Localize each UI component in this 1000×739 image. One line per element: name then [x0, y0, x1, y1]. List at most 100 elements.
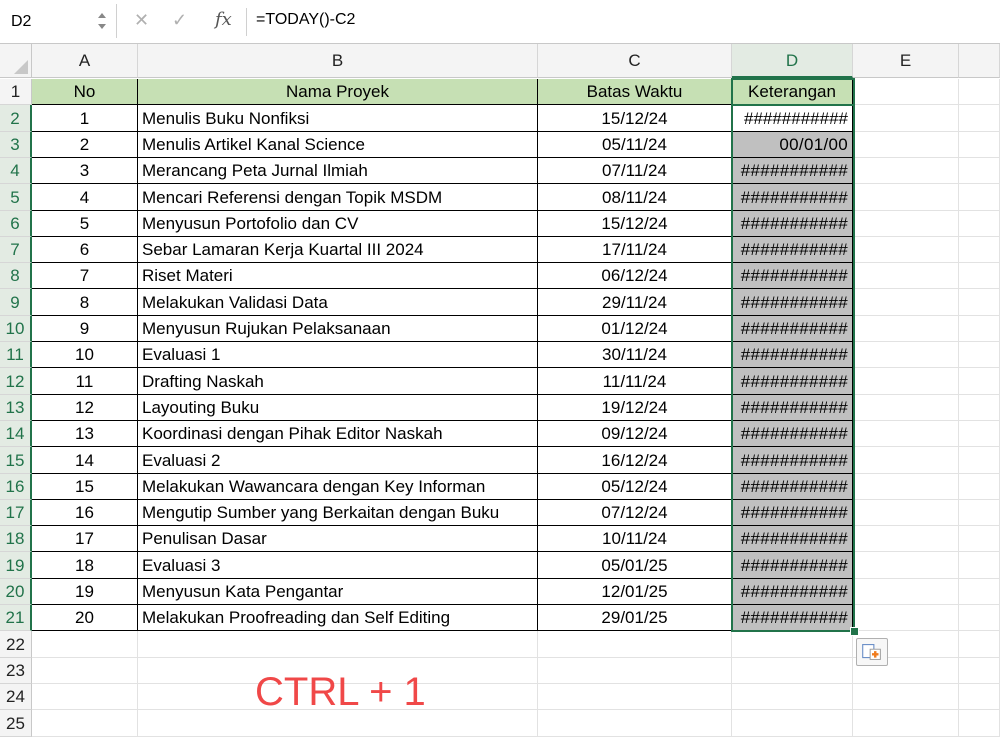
row-header[interactable]: 11 — [0, 342, 32, 368]
table-cell[interactable]: ########### — [732, 316, 853, 342]
column-header-c[interactable]: C — [538, 44, 732, 78]
cell[interactable] — [959, 105, 1000, 132]
row-header[interactable]: 19 — [0, 552, 32, 579]
table-cell[interactable]: ########### — [732, 474, 853, 500]
table-cell[interactable]: Mengutip Sumber yang Berkaitan dengan Bu… — [138, 500, 538, 526]
cell[interactable] — [959, 526, 1000, 552]
cell[interactable] — [538, 658, 732, 684]
table-cell[interactable]: ########### — [732, 500, 853, 526]
table-cell[interactable]: 11 — [32, 368, 138, 395]
paste-options-button[interactable] — [856, 638, 888, 666]
table-cell[interactable]: 01/12/24 — [538, 316, 732, 342]
cell[interactable] — [853, 184, 959, 211]
cell[interactable] — [732, 658, 853, 684]
insert-function-icon[interactable]: fx — [215, 9, 232, 30]
column-header-b[interactable]: B — [138, 44, 538, 78]
row-header[interactable]: 18 — [0, 526, 32, 552]
table-cell[interactable]: Menyusun Kata Pengantar — [138, 579, 538, 605]
table-cell[interactable]: 6 — [32, 237, 138, 263]
table-cell[interactable]: 3 — [32, 158, 138, 184]
row-header[interactable]: 13 — [0, 395, 32, 421]
table-cell[interactable]: 29/01/25 — [538, 605, 732, 631]
table-header-cell[interactable]: Keterangan — [732, 79, 853, 105]
cell[interactable] — [853, 500, 959, 526]
table-cell[interactable]: 07/12/24 — [538, 500, 732, 526]
cell[interactable] — [959, 658, 1000, 684]
formula-input[interactable]: =TODAY()-C2 — [256, 11, 355, 29]
cell[interactable] — [959, 684, 1000, 710]
row-header[interactable]: 12 — [0, 368, 32, 395]
table-cell[interactable]: 07/11/24 — [538, 158, 732, 184]
table-cell[interactable]: ########### — [732, 579, 853, 605]
table-cell[interactable]: 14 — [32, 447, 138, 474]
table-cell[interactable]: ########### — [732, 605, 853, 631]
row-header[interactable]: 25 — [0, 710, 32, 737]
cell[interactable] — [538, 710, 732, 737]
table-cell[interactable]: Evaluasi 3 — [138, 552, 538, 579]
table-cell[interactable]: 7 — [32, 263, 138, 289]
cancel-icon[interactable]: ✕ — [134, 10, 149, 31]
fill-handle[interactable] — [850, 627, 859, 636]
cell[interactable] — [853, 105, 959, 132]
cell[interactable] — [732, 684, 853, 710]
table-cell[interactable]: ########### — [732, 526, 853, 552]
row-header[interactable]: 22 — [0, 631, 32, 658]
cell[interactable] — [959, 184, 1000, 211]
row-header[interactable]: 14 — [0, 421, 32, 447]
row-header[interactable]: 23 — [0, 658, 32, 684]
cell[interactable] — [959, 447, 1000, 474]
row-header[interactable]: 20 — [0, 579, 32, 605]
table-cell[interactable]: ########### — [732, 184, 853, 211]
cell[interactable] — [853, 684, 959, 710]
cell[interactable] — [959, 552, 1000, 579]
cell[interactable] — [959, 237, 1000, 263]
table-cell[interactable]: Merancang Peta Jurnal Ilmiah — [138, 158, 538, 184]
row-header[interactable]: 10 — [0, 316, 32, 342]
table-cell[interactable]: 20 — [32, 605, 138, 631]
table-cell[interactable]: 05/12/24 — [538, 474, 732, 500]
table-cell[interactable]: Evaluasi 1 — [138, 342, 538, 368]
name-box[interactable]: D2 — [0, 4, 117, 38]
table-cell[interactable]: ########### — [732, 211, 853, 237]
cell[interactable] — [853, 579, 959, 605]
table-cell[interactable]: 05/01/25 — [538, 552, 732, 579]
cell[interactable] — [853, 132, 959, 158]
cell[interactable] — [959, 421, 1000, 447]
column-header-f[interactable] — [959, 44, 1000, 78]
column-header-d[interactable]: D — [732, 44, 853, 78]
table-cell[interactable]: ########### — [732, 421, 853, 447]
table-cell[interactable]: Mencari Referensi dengan Topik MSDM — [138, 184, 538, 211]
cell[interactable] — [959, 289, 1000, 316]
cell[interactable] — [959, 368, 1000, 395]
table-cell[interactable]: 09/12/24 — [538, 421, 732, 447]
table-cell[interactable]: ########### — [732, 237, 853, 263]
table-cell[interactable]: ########### — [732, 368, 853, 395]
cell[interactable] — [853, 395, 959, 421]
table-cell[interactable]: 15/12/24 — [538, 105, 732, 132]
cell[interactable] — [959, 605, 1000, 631]
table-cell[interactable]: 16/12/24 — [538, 447, 732, 474]
table-cell[interactable]: 16 — [32, 500, 138, 526]
table-cell[interactable]: 1 — [32, 105, 138, 132]
row-header[interactable]: 15 — [0, 447, 32, 474]
column-header-e[interactable]: E — [853, 44, 959, 78]
cell[interactable] — [853, 552, 959, 579]
column-header-a[interactable]: A — [32, 44, 138, 78]
cell[interactable] — [853, 342, 959, 368]
table-cell[interactable]: Menulis Buku Nonfiksi — [138, 105, 538, 132]
row-header[interactable]: 7 — [0, 237, 32, 263]
table-cell[interactable]: 06/12/24 — [538, 263, 732, 289]
row-header[interactable]: 3 — [0, 132, 32, 158]
table-cell[interactable]: 19/12/24 — [538, 395, 732, 421]
row-header[interactable]: 6 — [0, 211, 32, 237]
cell[interactable] — [853, 237, 959, 263]
enter-icon[interactable]: ✓ — [172, 10, 187, 31]
cell[interactable] — [853, 368, 959, 395]
cell[interactable] — [853, 447, 959, 474]
table-cell[interactable]: ########### — [732, 447, 853, 474]
row-header[interactable]: 2 — [0, 105, 32, 132]
cell[interactable] — [732, 631, 853, 658]
table-cell[interactable]: 18 — [32, 552, 138, 579]
table-cell[interactable]: 08/11/24 — [538, 184, 732, 211]
table-cell[interactable]: 13 — [32, 421, 138, 447]
